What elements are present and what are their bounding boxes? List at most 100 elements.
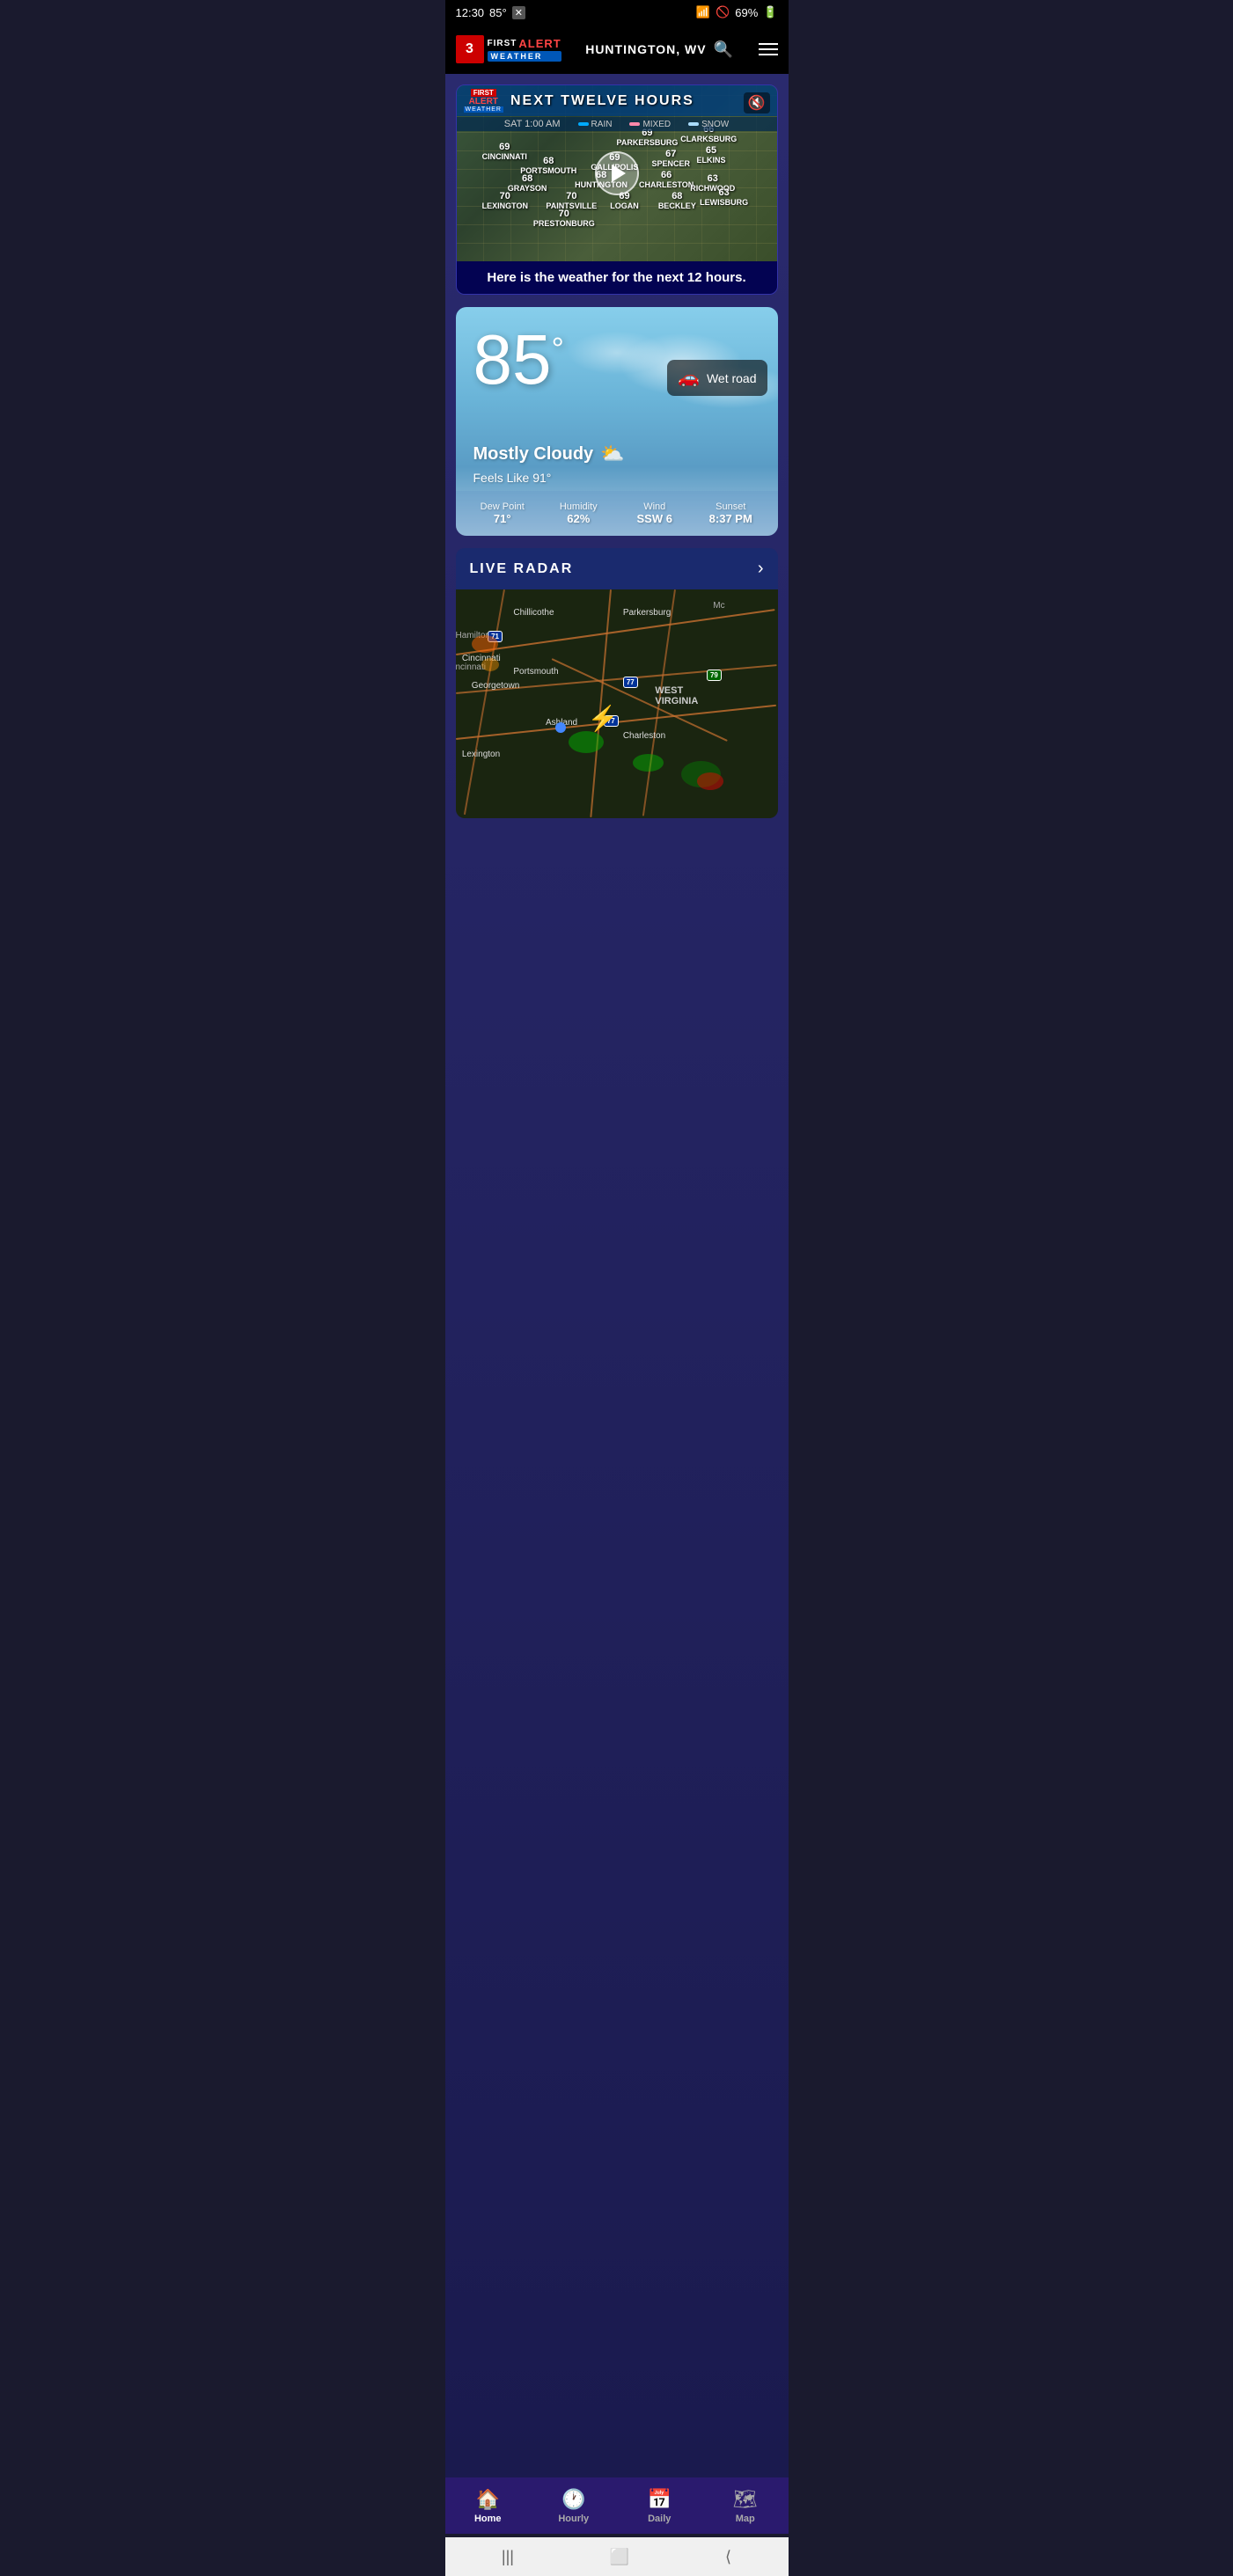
humidity-value: 62% <box>540 512 617 525</box>
weather-card: 85° 🚗 Wet road Mostly Cloudy ⛅ Feels Lik… <box>456 307 778 536</box>
nav-hourly[interactable]: 🕐 Hourly <box>547 2488 600 2524</box>
logo-alert: ALERT <box>518 37 561 50</box>
map-city-lewisburg: 63 LEWISBURG <box>700 187 748 207</box>
android-recent-button[interactable]: ||| <box>502 2548 514 2566</box>
wind-label: Wind <box>617 501 694 512</box>
feels-like-value: 91° <box>532 471 551 485</box>
radar-state-label: WESTVIRGINIA <box>655 685 698 706</box>
video-caption: Here is the weather for the next 12 hour… <box>457 261 777 294</box>
wind-value: SSW 6 <box>617 512 694 525</box>
location-dot <box>555 722 566 733</box>
wet-road-label: Wet road <box>707 371 757 385</box>
video-subtitle: SAT 1:00 AM RAIN MIXED SNOW <box>457 117 777 131</box>
video-card: 69 CINCINNATI 69 PARKERSBURG 66 CLARKSBU… <box>456 84 778 295</box>
precip-1 <box>472 635 498 653</box>
radar-map[interactable]: Chillicothe Parkersburg Cincinnati Georg… <box>456 589 778 818</box>
legend-mixed: MIXED <box>629 119 671 129</box>
badge-alert: ALERT <box>469 97 498 106</box>
location-text: HUNTINGTON, WV <box>585 42 706 56</box>
sunset-value: 8:37 PM <box>693 512 769 525</box>
header-location: HUNTINGTON, WV 🔍 <box>585 40 734 59</box>
video-date: SAT 1:00 AM <box>504 119 561 129</box>
play-button[interactable] <box>595 151 639 195</box>
radar-city-parkersburg: Parkersburg <box>623 608 671 618</box>
dew-point-detail: Dew Point 71° <box>465 501 541 525</box>
android-back-button[interactable]: ⟨ <box>725 2548 731 2566</box>
precip-3 <box>569 731 604 753</box>
map-city-beckley: 68 BECKLEY <box>658 191 696 210</box>
map-city-spencer: 67 SPENCER <box>652 149 691 168</box>
condition-text: Mostly Cloudy <box>473 444 594 465</box>
video-container[interactable]: 69 CINCINNATI 69 PARKERSBURG 66 CLARKSBU… <box>457 85 777 261</box>
highway-77a: 77 <box>623 677 638 688</box>
search-icon[interactable]: 🔍 <box>714 40 734 59</box>
lightning-icon: ⚡ <box>588 704 619 733</box>
radar-city-georgetown: Georgetown <box>472 681 519 691</box>
radar-city-chillicothe: Chillicothe <box>513 608 554 618</box>
map-city-charleston: 66 CHARLESTON <box>639 170 694 189</box>
radar-arrow-icon: › <box>758 559 764 579</box>
logo-text-container: FIRST ALERT WEATHER <box>488 37 561 62</box>
sunset-label: Sunset <box>693 501 769 512</box>
shield-79-label: 79 <box>707 670 722 681</box>
radar-header[interactable]: LIVE RADAR › <box>456 548 778 589</box>
menu-button[interactable] <box>759 43 778 55</box>
battery-level: 69% <box>735 6 758 19</box>
daily-icon: 📅 <box>648 2488 672 2511</box>
video-title: NEXT TWELVE HOURS <box>510 93 694 109</box>
wind-detail: Wind SSW 6 <box>617 501 694 525</box>
dnd-icon: 🚫 <box>716 5 730 19</box>
map-city-portsmouth: 68 PORTSMOUTH <box>520 156 576 175</box>
map-city-lexington: 70 LEXINGTON <box>482 191 528 210</box>
nav-hourly-label: Hourly <box>558 2514 589 2524</box>
nav-map[interactable]: 🗺 Map <box>719 2488 772 2524</box>
humidity-label: Humidity <box>540 501 617 512</box>
wifi-icon: 📶 <box>696 5 710 19</box>
precip-4 <box>633 754 664 772</box>
nav-daily-label: Daily <box>648 2514 671 2524</box>
temperature-value: 85 <box>473 320 552 399</box>
nav-home[interactable]: 🏠 Home <box>461 2488 514 2524</box>
logo-weather: WEATHER <box>488 51 561 62</box>
feels-like-label: Feels Like <box>473 471 530 485</box>
badge-first: FIRST <box>471 89 496 97</box>
video-badge: FIRST ALERT WEATHER <box>464 89 503 113</box>
road-v1 <box>464 589 505 815</box>
map-icon: 🗺 <box>733 2488 758 2511</box>
status-temp: 85° <box>489 6 507 19</box>
weather-details: Dew Point 71° Humidity 62% Wind SSW 6 Su… <box>456 491 778 536</box>
nav-map-label: Map <box>736 2514 755 2524</box>
status-time: 12:30 <box>456 6 485 19</box>
temperature-display: 85° <box>473 325 564 395</box>
main-content: 69 CINCINNATI 69 PARKERSBURG 66 CLARKSBU… <box>445 74 789 2481</box>
radar-card: LIVE RADAR › Chillicothe Parkersburg Cin… <box>456 548 778 818</box>
radar-title: LIVE RADAR <box>470 561 574 577</box>
logo-number-box: 3 <box>456 35 484 63</box>
condition-icon: ⛅ <box>600 443 624 465</box>
precip-red <box>697 772 723 790</box>
nav-daily[interactable]: 📅 Daily <box>633 2488 686 2524</box>
radar-city-charleston: Charleston <box>623 731 665 741</box>
android-home-button[interactable]: ⬜ <box>610 2548 629 2566</box>
android-nav: ||| ⬜ ⟨ <box>445 2537 789 2576</box>
map-city-paintsville: 70 PAINTSVILLE <box>546 191 597 210</box>
weather-condition: Mostly Cloudy ⛅ <box>473 443 625 465</box>
road-h1 <box>456 609 775 655</box>
home-icon: 🏠 <box>476 2488 500 2511</box>
app-logo: 3 FIRST ALERT WEATHER <box>456 35 561 63</box>
legend-snow: SNOW <box>688 119 729 129</box>
hourly-icon: 🕐 <box>561 2488 585 2511</box>
humidity-detail: Humidity 62% <box>540 501 617 525</box>
badge-weather: WEATHER <box>464 106 503 113</box>
radar-city-mc: Mc <box>713 601 724 611</box>
logo-number: 3 <box>466 42 473 56</box>
map-city-prestonburg: 70 PRESTONBURG <box>533 209 595 228</box>
dew-point-label: Dew Point <box>465 501 541 512</box>
feels-like: Feels Like 91° <box>473 471 552 485</box>
nav-home-label: Home <box>474 2514 502 2524</box>
status-notification: ✕ <box>512 6 525 19</box>
shield-77a-label: 77 <box>623 677 638 688</box>
volume-icon[interactable]: 🔇 <box>744 92 770 113</box>
bottom-nav: 🏠 Home 🕐 Hourly 📅 Daily 🗺 Map <box>445 2477 789 2534</box>
degree-symbol: ° <box>551 330 563 366</box>
